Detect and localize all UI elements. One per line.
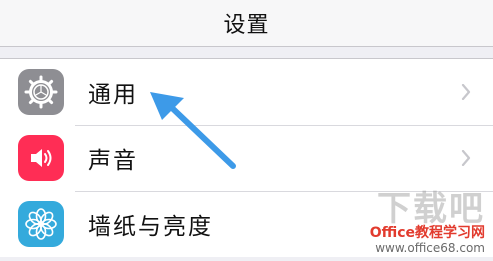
watermark-url: www.office68.com bbox=[375, 241, 485, 255]
chevron-right-icon bbox=[461, 150, 471, 166]
chevron-right-icon bbox=[461, 84, 471, 100]
watermark: 下载吧 Office教程学习网 www.office68.com bbox=[369, 189, 485, 255]
watermark-site-name: Office教程学习网 bbox=[369, 225, 485, 241]
flower-icon bbox=[18, 201, 64, 247]
settings-row-sounds[interactable]: 声音 bbox=[0, 125, 493, 191]
settings-label-general: 通用 bbox=[88, 82, 138, 108]
gear-icon bbox=[18, 69, 64, 115]
page-title: 设置 bbox=[223, 13, 270, 38]
speaker-icon bbox=[18, 135, 64, 181]
watermark-logo-text: 下载吧 bbox=[377, 189, 485, 229]
settings-row-general[interactable]: 通用 bbox=[0, 59, 493, 125]
settings-label-sounds: 声音 bbox=[88, 148, 138, 174]
settings-label-wallpaper: 墙纸与亮度 bbox=[88, 214, 213, 240]
nav-bar: 设置 bbox=[0, 0, 493, 47]
